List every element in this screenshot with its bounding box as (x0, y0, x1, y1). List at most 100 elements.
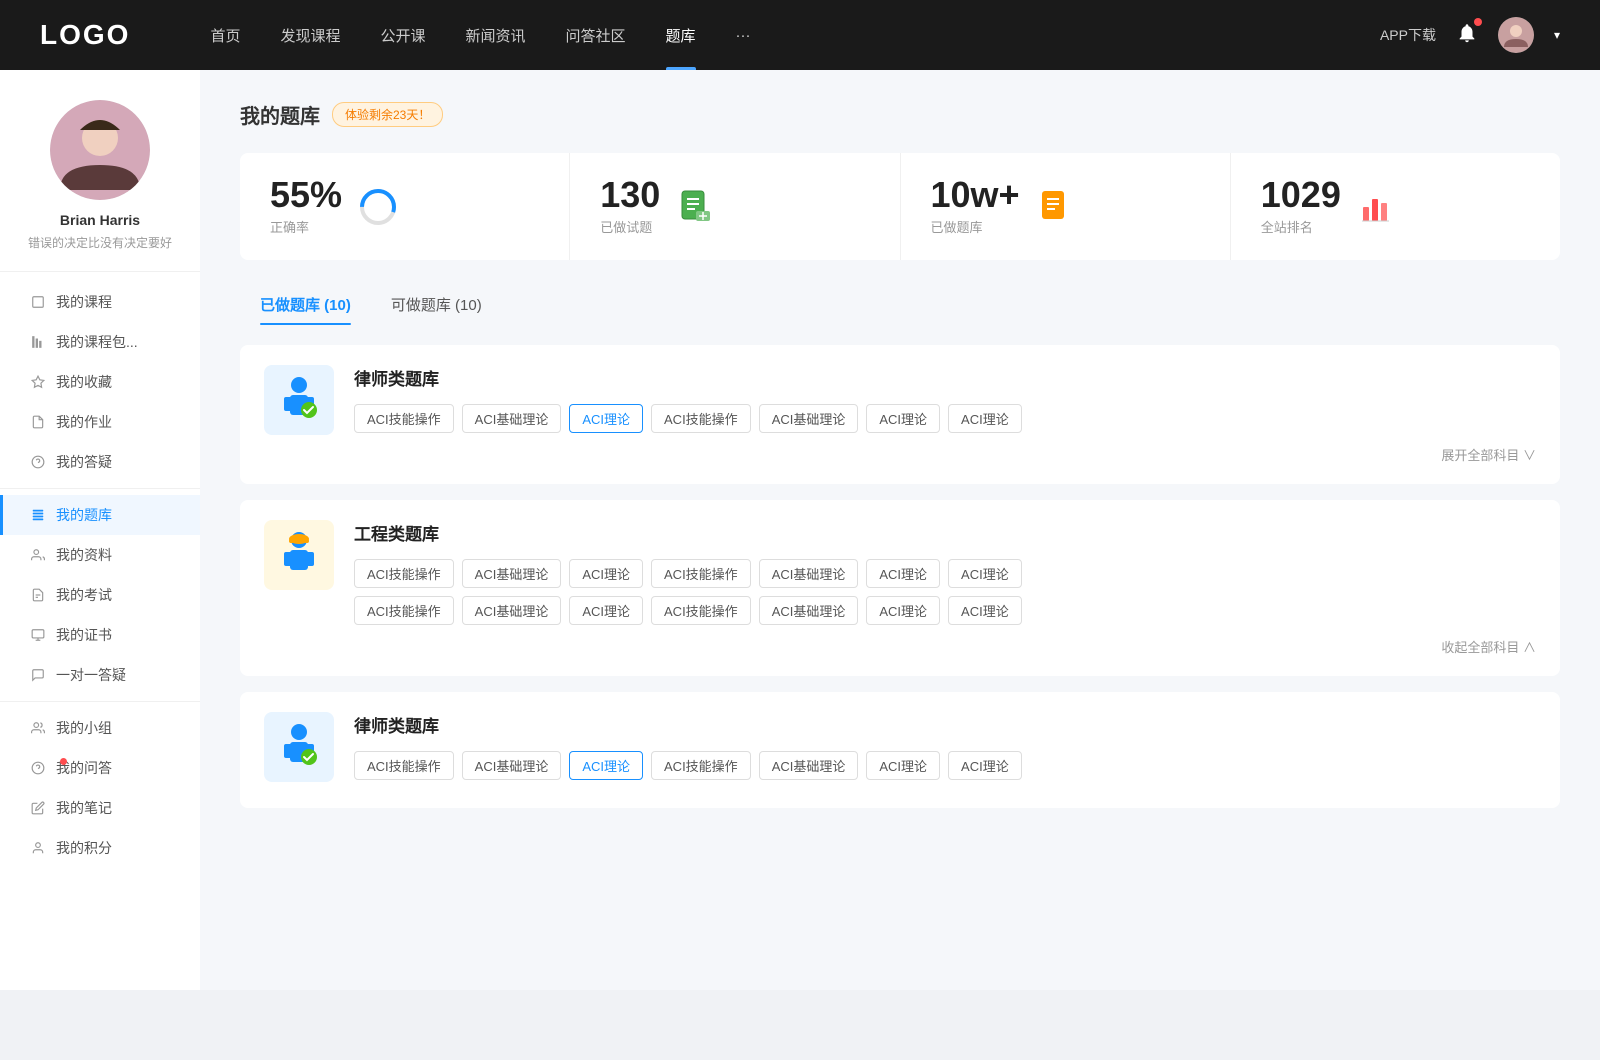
e-tag-1-5[interactable]: ACI基础理论 (759, 559, 859, 588)
profile-icon (30, 547, 46, 563)
e-tag-1-6[interactable]: ACI理论 (866, 559, 940, 588)
e-tag-2-6[interactable]: ACI理论 (866, 596, 940, 625)
lawyer-figure-icon-2 (274, 722, 324, 772)
homework-icon (30, 414, 46, 430)
e-tag-2-3[interactable]: ACI理论 (569, 596, 643, 625)
e-tag-1-4[interactable]: ACI技能操作 (651, 559, 751, 588)
certificate-icon (30, 627, 46, 643)
tag-1-4[interactable]: ACI技能操作 (651, 404, 751, 433)
e-tag-2-2[interactable]: ACI基础理论 (462, 596, 562, 625)
tag-3-4[interactable]: ACI技能操作 (651, 751, 751, 780)
tag-3-2[interactable]: ACI基础理论 (462, 751, 562, 780)
points-icon (30, 840, 46, 856)
e-tag-2-5[interactable]: ACI基础理论 (759, 596, 859, 625)
tab-available-banks[interactable]: 可做题库 (10) (371, 284, 502, 325)
avatar (50, 100, 150, 200)
sidebar-item-favorites[interactable]: 我的收藏 (0, 362, 200, 402)
stat-accuracy-value: 55% (270, 177, 342, 213)
e-tag-1-3[interactable]: ACI理论 (569, 559, 643, 588)
e-tag-1-2[interactable]: ACI基础理论 (462, 559, 562, 588)
course-icon (30, 294, 46, 310)
nav-discover[interactable]: 发现课程 (260, 0, 360, 70)
sidebar-item-points[interactable]: 我的积分 (0, 828, 200, 868)
notification-bell[interactable] (1456, 22, 1478, 49)
e-tag-2-7[interactable]: ACI理论 (948, 596, 1022, 625)
app-download-button[interactable]: APP下载 (1380, 25, 1436, 45)
tag-1-5[interactable]: ACI基础理论 (759, 404, 859, 433)
tag-1-3[interactable]: ACI理论 (569, 404, 643, 433)
course-package-icon (30, 334, 46, 350)
sidebar-item-course-package[interactable]: 我的课程包... (0, 322, 200, 362)
nav-question-bank[interactable]: 题库 (646, 0, 716, 70)
sidebar-item-myqa[interactable]: 我的问答 (0, 748, 200, 788)
profile-motto: 错误的决定比没有决定要好 (20, 234, 180, 251)
lawyer-bank-tags-2: ACI技能操作 ACI基础理论 ACI理论 ACI技能操作 ACI基础理论 AC… (354, 751, 1536, 780)
user-menu-chevron[interactable]: ▾ (1554, 28, 1560, 42)
sidebar-item-certificate[interactable]: 我的证书 (0, 615, 200, 655)
doc-green-icon (676, 187, 716, 227)
notes-icon (30, 800, 46, 816)
sidebar-item-profile[interactable]: 我的资料 (0, 535, 200, 575)
sidebar-notes-label: 我的笔记 (56, 798, 112, 818)
stat-ranking: 1029 全站排名 (1231, 153, 1560, 260)
nav-open-course[interactable]: 公开课 (360, 0, 445, 70)
sidebar-certificate-label: 我的证书 (56, 625, 112, 645)
e-tag-2-1[interactable]: ACI技能操作 (354, 596, 454, 625)
sidebar-questionbank-label: 我的题库 (56, 505, 112, 525)
sidebar-courses-label: 我的课程 (56, 292, 112, 312)
nav-qa[interactable]: 问答社区 (546, 0, 646, 70)
sidebar-item-notes[interactable]: 我的笔记 (0, 788, 200, 828)
sidebar-qa-label: 我的答疑 (56, 452, 112, 472)
nav-news[interactable]: 新闻资讯 (446, 0, 546, 70)
sidebar-favorites-label: 我的收藏 (56, 372, 112, 392)
tag-3-3[interactable]: ACI理论 (569, 751, 643, 780)
sidebar-item-homework[interactable]: 我的作业 (0, 402, 200, 442)
tag-1-2[interactable]: ACI基础理论 (462, 404, 562, 433)
questionbank-icon (30, 507, 46, 523)
stat-done-banks-value: 10w+ (931, 177, 1020, 213)
sidebar-group-label: 我的小组 (56, 718, 112, 738)
main-content: 我的题库 体验剩余23天！ 55% 正确率 (200, 70, 1600, 990)
tab-done-banks[interactable]: 已做题库 (10) (240, 284, 371, 325)
expand-link-1[interactable]: 展开全部科目 ∨ (354, 441, 1536, 464)
lawyer-bank-icon-1 (264, 365, 334, 435)
tag-3-5[interactable]: ACI基础理论 (759, 751, 859, 780)
pie-chart-icon (358, 187, 398, 227)
user-avatar-nav[interactable] (1498, 17, 1534, 53)
nav-home[interactable]: 首页 (190, 0, 260, 70)
expand-link-2[interactable]: 收起全部科目 ∧ (354, 633, 1536, 656)
sidebar-item-group[interactable]: 我的小组 (0, 708, 200, 748)
tag-3-7[interactable]: ACI理论 (948, 751, 1022, 780)
e-tag-2-4[interactable]: ACI技能操作 (651, 596, 751, 625)
sidebar-1on1qa-label: 一对一答疑 (56, 665, 126, 685)
profile-section: Brian Harris 错误的决定比没有决定要好 (0, 100, 200, 272)
engineer-bank-icon (264, 520, 334, 590)
tag-1-1[interactable]: ACI技能操作 (354, 404, 454, 433)
lawyer-bank-icon-2 (264, 712, 334, 782)
sidebar-item-1on1qa[interactable]: 一对一答疑 (0, 655, 200, 695)
nav-more[interactable]: ··· (716, 0, 771, 70)
tag-1-6[interactable]: ACI理论 (866, 404, 940, 433)
sidebar-item-qa[interactable]: 我的答疑 (0, 442, 200, 482)
engineer-bank-name: 工程类题库 (354, 520, 1536, 545)
sidebar-item-questionbank[interactable]: 我的题库 (0, 495, 200, 535)
sidebar-item-courses[interactable]: 我的课程 (0, 282, 200, 322)
notification-badge (1474, 18, 1482, 26)
sidebar-item-exam[interactable]: 我的考试 (0, 575, 200, 615)
sidebar: Brian Harris 错误的决定比没有决定要好 我的课程 我的课程包... (0, 70, 200, 990)
tag-1-7[interactable]: ACI理论 (948, 404, 1022, 433)
lawyer-bank-info-2: 律师类题库 ACI技能操作 ACI基础理论 ACI理论 ACI技能操作 ACI基… (354, 712, 1536, 788)
tag-3-6[interactable]: ACI理论 (866, 751, 940, 780)
engineer-bank-tags-row1: ACI技能操作 ACI基础理论 ACI理论 ACI技能操作 ACI基础理论 AC… (354, 559, 1536, 588)
1on1qa-icon (30, 667, 46, 683)
e-tag-1-1[interactable]: ACI技能操作 (354, 559, 454, 588)
lawyer-bank-name-1: 律师类题库 (354, 365, 1536, 390)
stat-ranking-label: 全站排名 (1261, 217, 1341, 236)
logo: LOGO (40, 19, 130, 51)
profile-name: Brian Harris (20, 212, 180, 228)
tag-3-1[interactable]: ACI技能操作 (354, 751, 454, 780)
stat-ranking-value: 1029 (1261, 177, 1341, 213)
lawyer-bank-tags-1: ACI技能操作 ACI基础理论 ACI理论 ACI技能操作 ACI基础理论 AC… (354, 404, 1536, 433)
stat-done-questions-label: 已做试题 (600, 217, 660, 236)
e-tag-1-7[interactable]: ACI理论 (948, 559, 1022, 588)
